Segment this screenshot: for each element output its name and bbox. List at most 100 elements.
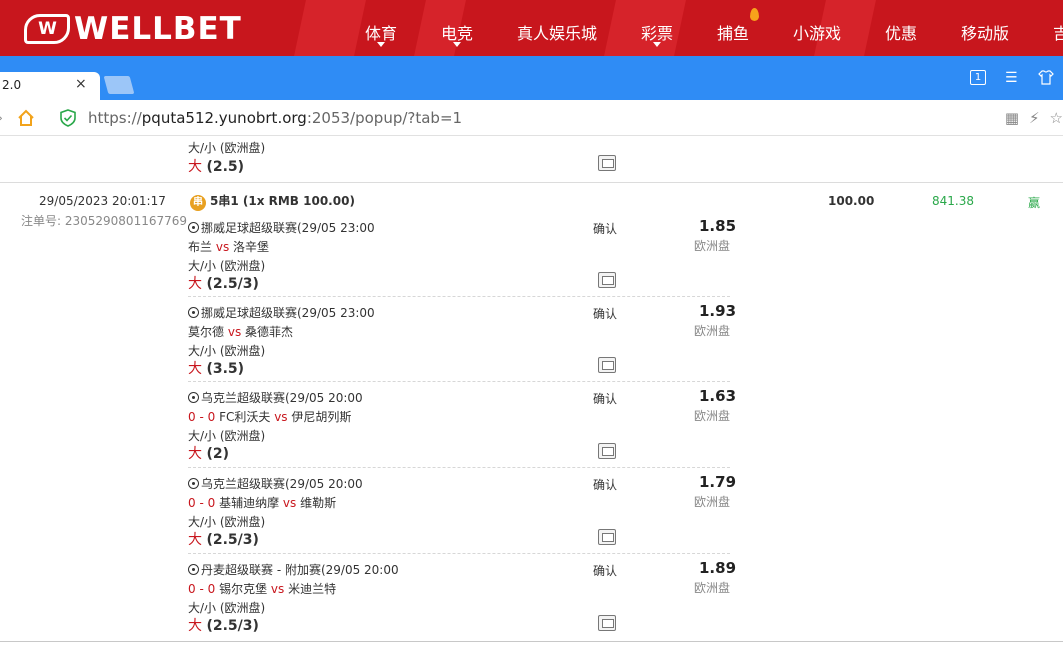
nav-label: 移动版 xyxy=(961,24,1010,43)
leg-divider xyxy=(188,381,730,382)
pick-label: 大 (2) xyxy=(188,443,229,463)
site-header: W WELLBET 体育 电竞 真人娱乐城 彩票 捕鱼 小游戏 优惠 移动版 吉 xyxy=(0,0,1063,56)
pick-line: (2) xyxy=(206,446,229,462)
nav-lottery[interactable]: 彩票 xyxy=(641,20,674,47)
vs-label: vs xyxy=(215,240,230,254)
url-path: :2053/popup/?tab=1 xyxy=(306,109,463,127)
stake-amount: 100.00 xyxy=(828,194,875,208)
home-team: 基辅迪纳摩 xyxy=(219,496,280,510)
star-icon[interactable]: ☆ xyxy=(1050,109,1063,127)
back-arrow-icon[interactable]: › xyxy=(0,111,3,125)
leg-league: 乌克兰超级联赛(29/05 20:00 xyxy=(188,389,363,406)
soccer-ball-icon xyxy=(188,564,199,575)
nav-sports[interactable]: 体育 xyxy=(365,20,398,47)
menu-icon[interactable]: ☰ xyxy=(1005,70,1018,86)
leg-divider xyxy=(188,553,730,554)
bet-details-icon[interactable] xyxy=(598,155,616,171)
market-label: 大/小 (欧洲盘) xyxy=(188,515,266,529)
leg-status: 确认 xyxy=(593,564,618,578)
bet-details-icon[interactable] xyxy=(598,615,616,631)
url-host: pquta512.yunobrt.org xyxy=(141,109,307,127)
pick-label: 大 (2.5/3) xyxy=(188,273,259,293)
parlay-icon: 串 xyxy=(190,195,206,211)
nav-promotions[interactable]: 优惠 xyxy=(885,20,917,44)
vs-label: vs xyxy=(274,410,288,424)
vs-label: vs xyxy=(282,496,297,510)
leg-status: 确认 xyxy=(593,307,618,321)
leg-teams: 0 - 0 FC利沃夫 vs 伊尼胡列斯 xyxy=(188,408,351,425)
shield-icon[interactable] xyxy=(60,109,76,127)
pick-side: 大 xyxy=(188,361,202,377)
logo-badge: W xyxy=(24,14,70,44)
league-name: 挪威足球超级联赛(29/05 23:00 xyxy=(201,306,375,320)
home-team: FC利沃夫 xyxy=(219,410,271,424)
nav-live-casino[interactable]: 真人娱乐城 xyxy=(517,20,597,44)
nav-more[interactable]: 吉 xyxy=(1053,20,1063,44)
leg-divider xyxy=(188,296,730,297)
leg-odds: 1.85 xyxy=(699,217,737,235)
url-field[interactable]: https://pquta512.yunobrt.org:2053/popup/… xyxy=(88,109,462,127)
lightning-icon[interactable]: ⚡ xyxy=(1029,109,1040,127)
tab-title: 2.0 xyxy=(2,78,22,92)
nav-label: 小游戏 xyxy=(793,24,842,43)
market-label: 大/小 (欧洲盘) xyxy=(188,259,266,273)
bet-type-label: 5串1 (1x RMB 100.00) xyxy=(210,194,355,208)
league-name: 乌克兰超级联赛(29/05 20:00 xyxy=(201,477,363,491)
bet-details-icon[interactable] xyxy=(598,357,616,373)
nav-label: 优惠 xyxy=(885,24,918,43)
close-icon[interactable]: × xyxy=(75,76,87,92)
soccer-ball-icon xyxy=(188,392,199,403)
nav-label: 彩票 xyxy=(641,24,674,43)
chevron-down-icon xyxy=(653,42,661,47)
bet-details-icon[interactable] xyxy=(598,272,616,288)
skin-icon[interactable] xyxy=(1038,70,1054,89)
odds-type: 欧洲盘 xyxy=(694,409,731,423)
nav-mobile[interactable]: 移动版 xyxy=(961,20,1009,44)
leg-teams: 0 - 0 基辅迪纳摩 vs 维勒斯 xyxy=(188,494,336,511)
header-stripe xyxy=(294,0,366,56)
leg-divider xyxy=(188,467,730,468)
nav-label: 捕鱼 xyxy=(717,24,750,43)
bet-details-icon[interactable] xyxy=(598,529,616,545)
url-scheme: https:// xyxy=(88,109,142,127)
leg-teams: 莫尔德 vs 桑德菲杰 xyxy=(188,323,293,340)
vs-label: vs xyxy=(227,325,242,339)
row-divider xyxy=(0,182,1063,183)
leg-league: 挪威足球超级联赛(29/05 23:00 xyxy=(188,304,375,321)
pick-line: (2.5/3) xyxy=(206,532,259,548)
home-icon[interactable] xyxy=(17,109,35,127)
pick-line: (2.5/3) xyxy=(206,618,259,634)
bet-type: 串 5串1 (1x RMB 100.00) xyxy=(190,192,355,211)
soccer-ball-icon xyxy=(188,478,199,489)
odds-type: 欧洲盘 xyxy=(694,495,731,509)
address-bar: › https://pquta512.yunobrt.org:2053/popu… xyxy=(0,100,1063,136)
away-team: 洛辛堡 xyxy=(233,240,270,254)
browser-tab[interactable]: 2.0 × xyxy=(0,72,100,100)
live-score: 0 - 0 xyxy=(188,496,216,510)
nav-mini-games[interactable]: 小游戏 xyxy=(793,20,841,44)
live-score: 0 - 0 xyxy=(188,410,216,424)
bet-details-icon[interactable] xyxy=(598,443,616,459)
leg-odds: 1.79 xyxy=(699,473,737,491)
leg-league: 乌克兰超级联赛(29/05 20:00 xyxy=(188,475,363,492)
leg-status: 确认 xyxy=(593,478,618,492)
bet-date: 29/05/2023 20:01:17 xyxy=(39,194,166,208)
away-team: 桑德菲杰 xyxy=(245,325,294,339)
nav-esports[interactable]: 电竞 xyxy=(441,20,473,47)
pick-side: 大 xyxy=(188,159,202,175)
chevron-down-icon xyxy=(453,42,461,47)
soccer-ball-icon xyxy=(188,222,199,233)
new-tab-button[interactable] xyxy=(103,76,135,94)
vs-label: vs xyxy=(270,582,285,596)
market-label: 大/小 (欧洲盘) xyxy=(188,141,266,155)
wellbet-logo[interactable]: W WELLBET xyxy=(24,11,242,47)
qr-code-icon[interactable]: ▦ xyxy=(1005,109,1019,127)
nav-label: 体育 xyxy=(365,24,398,43)
away-team: 伊尼胡列斯 xyxy=(291,410,352,424)
nav-fishing[interactable]: 捕鱼 xyxy=(717,8,760,44)
window-count-icon[interactable]: 1 xyxy=(970,70,986,85)
pick-label: 大 (2.5/3) xyxy=(188,529,259,549)
soccer-ball-icon xyxy=(188,307,199,318)
pick-label: 大 (2.5) xyxy=(188,156,244,176)
leg-odds: 1.93 xyxy=(699,302,737,320)
